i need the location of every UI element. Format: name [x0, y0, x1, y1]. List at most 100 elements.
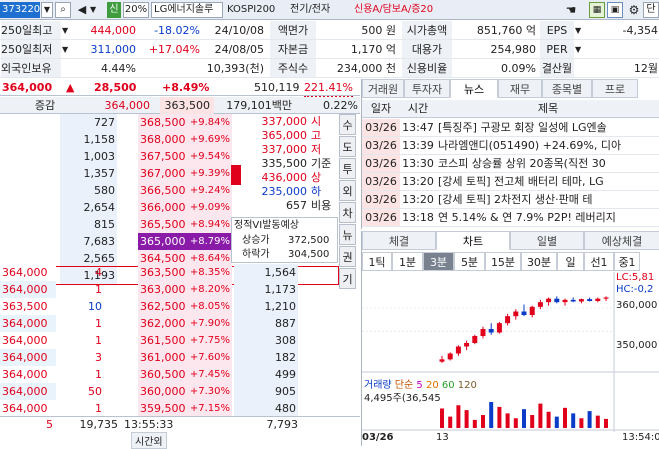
volume-bar [464, 410, 469, 428]
stat-key: 기준 [311, 157, 332, 170]
ask-price[interactable]: 365,000 [138, 233, 186, 250]
bid-row[interactable]: 364,000 1 362,000 +7.90% 887 [0, 315, 338, 332]
news-title[interactable]: [특징주] 구광모 회장 일성에 LG엔솔 [438, 119, 658, 137]
period-tab[interactable]: 중1 [614, 252, 640, 271]
bid-price[interactable]: 362,500 [138, 298, 186, 315]
bid-price[interactable]: 361,000 [138, 349, 186, 366]
stock-code-input[interactable]: 373220 [0, 2, 40, 18]
news-title[interactable]: 나라엠앤디(051490) +24.69%, 디아 [438, 137, 658, 155]
chart-hc-label: HC:-0,2 [616, 284, 654, 295]
bid-price[interactable]: 362,000 [138, 315, 186, 332]
bid-row[interactable]: 364,000 3 361,000 +7.60% 182 [0, 349, 338, 366]
chart-tab[interactable]: 일별 [510, 231, 584, 250]
bid-price[interactable]: 360,500 [138, 366, 186, 383]
side-button[interactable]: 차 [339, 202, 356, 223]
bid-price[interactable]: 359,500 [138, 400, 186, 417]
info-value-3: 24/10/08 [214, 24, 264, 37]
ask-qty: 727 [60, 114, 118, 131]
speaker-dropdown-icon[interactable]: ▼ [90, 2, 100, 18]
side-button[interactable]: 뉴 [339, 224, 356, 245]
ask-price[interactable]: 366,500 [138, 182, 186, 199]
side-button[interactable]: 수 [339, 114, 356, 135]
bid-row[interactable]: 364,000 4 363,500 +8.35% 1,564 [0, 264, 338, 281]
after-hours-button[interactable]: 시간외 [131, 432, 167, 449]
side-button[interactable]: 권 [339, 246, 356, 267]
news-row[interactable]: 03/26 13:30 코스피 상승률 상위 20종목(직전 30 [362, 155, 659, 173]
stat-key: 저 [311, 143, 322, 156]
info-key-2-value: 851,760 억 [476, 24, 536, 37]
bid-row[interactable]: 364,000 50 360,000 +7.30% 905 [0, 383, 338, 400]
search-icon[interactable]: ⌕ [55, 2, 71, 18]
period-tab[interactable]: 3분 [423, 252, 454, 271]
info-value-3: 10,393(천) [206, 62, 264, 75]
news-row[interactable]: 03/26 13:20 [강세 토픽] 전고체 배터리 테마, LG [362, 173, 659, 191]
stat-value: 657 [286, 199, 307, 212]
period-tab[interactable]: 30분 [521, 252, 557, 271]
period-tab[interactable]: 일 [557, 252, 584, 271]
volume-bar [530, 415, 535, 428]
info-key-3-dropdown-icon[interactable]: ▼ [575, 21, 581, 40]
speaker-icon[interactable]: ◀ [74, 2, 90, 18]
ask-price[interactable]: 365,500 [138, 216, 186, 233]
chart-tab[interactable]: 차트 [436, 231, 510, 250]
bid-price[interactable]: 360,000 [138, 383, 186, 400]
news-tab[interactable]: 종목별 [542, 79, 592, 98]
side-button[interactable]: 기 [339, 268, 356, 289]
chart-tab[interactable]: 예상체결 [584, 231, 659, 250]
side-button[interactable]: 도 [339, 136, 356, 157]
news-row[interactable]: 03/26 13:47 [특징주] 구광모 회장 일성에 LG엔솔 [362, 119, 659, 137]
bid-row[interactable]: 364,000 1 361,500 +7.75% 308 [0, 332, 338, 349]
news-tab[interactable]: 재무 [498, 79, 542, 98]
ask-price[interactable]: 366,000 [138, 199, 186, 216]
news-title[interactable]: [강세 토픽] 전고체 배터리 테마, LG [438, 173, 658, 191]
chart-tab[interactable]: 체결 [362, 231, 436, 250]
ask-qty: 1,003 [60, 148, 118, 165]
link-icon[interactable]: ▦ [589, 2, 605, 18]
info-key-3-dropdown-icon[interactable]: ▼ [575, 40, 581, 59]
code-dropdown-icon[interactable]: ▼ [41, 2, 53, 18]
stat-key: 고 [311, 129, 322, 142]
candle-body [439, 359, 445, 362]
bid-price[interactable]: 363,500 [138, 264, 186, 281]
bid-price[interactable]: 363,000 [138, 281, 186, 298]
ask-price[interactable]: 368,000 [138, 131, 186, 148]
volume-bar [587, 411, 592, 428]
candlestick-chart[interactable] [362, 272, 659, 446]
period-tab[interactable]: 15분 [485, 252, 521, 271]
candle-body [529, 306, 535, 315]
info-key-2: 신용비율 [402, 59, 452, 77]
bid-row[interactable]: 364,000 1 363,000 +8.20% 1,173 [0, 281, 338, 298]
news-title[interactable]: 연 5.14% & 연 7.9% P2P! 레버리지 [438, 209, 658, 227]
bid-price[interactable]: 361,500 [138, 332, 186, 349]
news-tab[interactable]: 거래원 [362, 79, 404, 98]
info-key-2-value: 254,980 [490, 43, 537, 56]
period-tab[interactable]: 1틱 [362, 252, 392, 271]
news-row[interactable]: 03/26 13:18 연 5.14% & 연 7.9% P2P! 레버리지 [362, 209, 659, 227]
news-title[interactable]: [강세 토픽] 2차전지 생산·판매 테 [438, 191, 658, 209]
side-button[interactable]: 외 [339, 180, 356, 201]
hand-icon[interactable]: ☚ [563, 2, 579, 18]
period-tab[interactable]: 1분 [392, 252, 423, 271]
chart-lc-label: LC:5,81 [616, 272, 655, 283]
news-tab[interactable]: 투자자 [404, 79, 450, 98]
news-row[interactable]: 03/26 13:39 나라엠앤디(051490) +24.69%, 디아 [362, 137, 659, 155]
single-button[interactable]: 단 [643, 2, 659, 18]
news-tab[interactable]: 프로 [592, 79, 638, 98]
period-tab[interactable]: 5분 [454, 252, 485, 271]
ask-price[interactable]: 368,500 [138, 114, 186, 131]
side-button[interactable]: 투 [339, 158, 356, 179]
news-title[interactable]: 코스피 상승률 상위 20종목(직전 30 [438, 155, 658, 173]
candle-body [546, 298, 552, 303]
gear-icon[interactable]: ⚙ [626, 2, 642, 18]
bid-row[interactable]: 364,000 1 360,500 +7.45% 499 [0, 366, 338, 383]
bid-row[interactable]: 363,500 10 362,500 +8.05% 1,210 [0, 298, 338, 315]
period-tab[interactable]: 선1 [584, 252, 614, 271]
ask-price[interactable]: 367,000 [138, 165, 186, 182]
news-row[interactable]: 03/26 13:20 [강세 토픽] 2차전지 생산·판매 테 [362, 191, 659, 209]
news-tab[interactable]: 뉴스 [450, 79, 498, 98]
volume-bar [604, 418, 608, 428]
info-label: 250일최저 [1, 40, 61, 58]
bid-row[interactable]: 364,000 1 359,500 +7.15% 480 [0, 400, 338, 417]
copy-icon[interactable]: ▣ [607, 2, 623, 18]
ask-price[interactable]: 367,500 [138, 148, 186, 165]
